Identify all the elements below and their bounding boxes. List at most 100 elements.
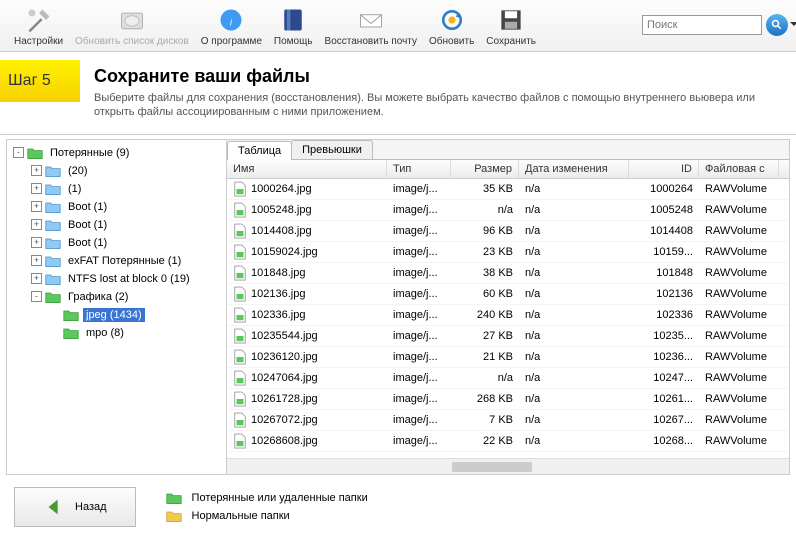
disk-icon bbox=[118, 6, 146, 34]
cell-type: image/j... bbox=[387, 412, 451, 428]
file-row[interactable]: 10268608.jpgimage/j...22 KBn/a10268...RA… bbox=[227, 431, 789, 452]
file-icon bbox=[233, 286, 247, 302]
tab-thumbnails[interactable]: Превьюшки bbox=[291, 140, 373, 159]
tree-item-label: Boot (1) bbox=[65, 236, 110, 250]
tree-item[interactable]: +(1) bbox=[9, 180, 224, 198]
file-row[interactable]: 101848.jpgimage/j...38 KBn/a101848RAWVol… bbox=[227, 263, 789, 284]
tree-item-label: Потерянные (9) bbox=[47, 146, 132, 160]
search-button[interactable] bbox=[766, 14, 788, 36]
expand-toggle[interactable]: + bbox=[31, 255, 42, 266]
mail-icon bbox=[357, 6, 385, 34]
search-icon bbox=[771, 19, 783, 31]
tree-item[interactable]: - Потерянные (9) bbox=[9, 144, 224, 162]
cell-fs: RAWVolume bbox=[699, 391, 779, 407]
cell-date: n/a bbox=[519, 307, 629, 323]
cell-size: 38 KB bbox=[451, 265, 519, 281]
col-id[interactable]: ID bbox=[629, 160, 699, 178]
tree-item[interactable]: +(20) bbox=[9, 162, 224, 180]
expand-toggle[interactable]: - bbox=[13, 147, 24, 158]
cell-id: 10236... bbox=[629, 349, 699, 365]
folder-icon bbox=[45, 236, 61, 250]
legend: Потерянные или удаленные папки Нормальны… bbox=[166, 491, 368, 523]
file-row[interactable]: 10247064.jpgimage/j...n/an/a10247...RAWV… bbox=[227, 368, 789, 389]
tree-item-label: Boot (1) bbox=[65, 200, 110, 214]
tree-item[interactable]: +NTFS lost at block 0 (19) bbox=[9, 270, 224, 288]
cell-id: 10267... bbox=[629, 412, 699, 428]
cell-fs: RAWVolume bbox=[699, 349, 779, 365]
file-grid[interactable]: 1000264.jpgimage/j...35 KBn/a1000264RAWV… bbox=[227, 179, 789, 458]
refresh-disks-button[interactable]: Обновить список дисков bbox=[69, 4, 195, 49]
cell-name: 102136.jpg bbox=[227, 284, 387, 304]
tree-item[interactable]: -Графика (2) bbox=[9, 288, 224, 306]
expand-toggle[interactable]: + bbox=[31, 165, 42, 176]
file-row[interactable]: 10235544.jpgimage/j...27 KBn/a10235...RA… bbox=[227, 326, 789, 347]
col-date[interactable]: Дата изменения bbox=[519, 160, 629, 178]
expand-toggle[interactable]: + bbox=[31, 237, 42, 248]
file-row[interactable]: 102136.jpgimage/j...60 KBn/a102136RAWVol… bbox=[227, 284, 789, 305]
col-name[interactable]: Имя bbox=[227, 160, 387, 178]
about-label: О программе bbox=[201, 36, 262, 47]
tree-item[interactable]: + Boot (1) bbox=[9, 234, 224, 252]
tab-table[interactable]: Таблица bbox=[227, 141, 292, 160]
tree-item[interactable]: +exFAT Потерянные (1) bbox=[9, 252, 224, 270]
cell-type: image/j... bbox=[387, 265, 451, 281]
tree-item[interactable]: + Boot (1) bbox=[9, 198, 224, 216]
toolbar: Настройки Обновить список дисков i О про… bbox=[0, 0, 796, 52]
file-row[interactable]: 10261728.jpgimage/j...268 KBn/a10261...R… bbox=[227, 389, 789, 410]
folder-tree[interactable]: -Потерянные (9)+(20)+(1)+Boot (1)+Boot (… bbox=[7, 140, 227, 474]
cell-date: n/a bbox=[519, 328, 629, 344]
help-label: Помощь bbox=[274, 36, 313, 47]
tree-item-label: jpeg (1434) bbox=[83, 308, 145, 322]
col-type[interactable]: Тип bbox=[387, 160, 451, 178]
expand-toggle[interactable]: + bbox=[31, 183, 42, 194]
cell-id: 10159... bbox=[629, 244, 699, 260]
footer: Назад Потерянные или удаленные папки Нор… bbox=[0, 479, 796, 535]
horizontal-scrollbar[interactable] bbox=[227, 458, 789, 474]
back-button[interactable]: Назад bbox=[14, 487, 136, 527]
file-row[interactable]: 10236120.jpgimage/j...21 KBn/a10236...RA… bbox=[227, 347, 789, 368]
tree-item[interactable]: +Boot (1) bbox=[9, 216, 224, 234]
expand-toggle[interactable]: + bbox=[31, 273, 42, 284]
cell-type: image/j... bbox=[387, 286, 451, 302]
cell-id: 10235... bbox=[629, 328, 699, 344]
file-icon bbox=[233, 202, 247, 218]
cell-size: 268 KB bbox=[451, 391, 519, 407]
col-size[interactable]: Размер bbox=[451, 160, 519, 178]
cell-id: 102336 bbox=[629, 307, 699, 323]
file-row[interactable]: 1005248.jpgimage/j...n/an/a1005248RAWVol… bbox=[227, 200, 789, 221]
expand-toggle[interactable]: + bbox=[31, 201, 42, 212]
file-row[interactable]: 10159024.jpgimage/j...23 KBn/a10159...RA… bbox=[227, 242, 789, 263]
file-row[interactable]: 1014408.jpgimage/j...96 KBn/a1014408RAWV… bbox=[227, 221, 789, 242]
cell-date: n/a bbox=[519, 265, 629, 281]
legend-normal-label: Нормальные папки bbox=[192, 510, 290, 522]
cell-id: 101848 bbox=[629, 265, 699, 281]
tree-item[interactable]: jpeg (1434) bbox=[9, 306, 224, 324]
file-row[interactable]: 102336.jpgimage/j...240 KBn/a102336RAWVo… bbox=[227, 305, 789, 326]
about-button[interactable]: i О программе bbox=[195, 4, 268, 49]
cell-type: image/j... bbox=[387, 328, 451, 344]
help-button[interactable]: Помощь bbox=[268, 4, 319, 49]
expand-toggle[interactable]: + bbox=[31, 219, 42, 230]
settings-button[interactable]: Настройки bbox=[8, 4, 69, 49]
search-input[interactable] bbox=[642, 15, 762, 35]
cell-date: n/a bbox=[519, 181, 629, 197]
refresh-button[interactable]: Обновить bbox=[423, 4, 480, 49]
restore-mail-button[interactable]: Восстановить почту bbox=[319, 4, 423, 49]
cell-fs: RAWVolume bbox=[699, 286, 779, 302]
cell-size: 240 KB bbox=[451, 307, 519, 323]
file-icon bbox=[233, 244, 247, 260]
cell-type: image/j... bbox=[387, 391, 451, 407]
file-row[interactable]: 10267072.jpgimage/j...7 KBn/a10267...RAW… bbox=[227, 410, 789, 431]
save-button[interactable]: Сохранить bbox=[480, 4, 542, 49]
expand-toggle[interactable]: - bbox=[31, 291, 42, 302]
folder-icon bbox=[63, 308, 79, 322]
col-fs[interactable]: Файловая с bbox=[699, 160, 779, 178]
cell-date: n/a bbox=[519, 391, 629, 407]
cell-date: n/a bbox=[519, 202, 629, 218]
file-row[interactable]: 1000264.jpgimage/j...35 KBn/a1000264RAWV… bbox=[227, 179, 789, 200]
tree-item[interactable]: mpo (8) bbox=[9, 324, 224, 342]
cell-fs: RAWVolume bbox=[699, 307, 779, 323]
cell-name: 10236120.jpg bbox=[227, 347, 387, 367]
settings-icon bbox=[25, 6, 53, 34]
cell-size: 23 KB bbox=[451, 244, 519, 260]
